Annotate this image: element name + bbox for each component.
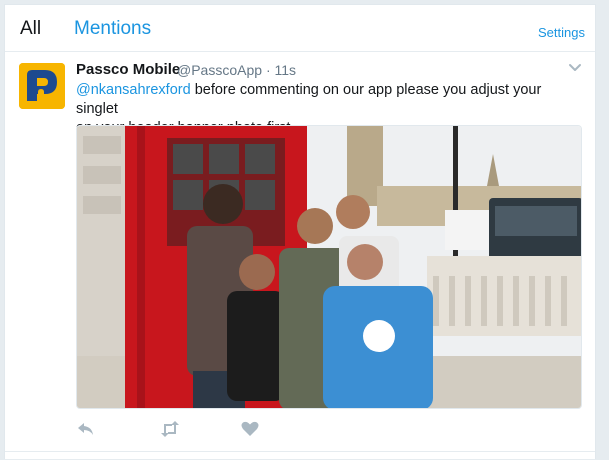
author-meta: @PasscoApp · 11s — [177, 62, 296, 78]
tweet[interactable]: Passco Mobile @PasscoApp · 11s @nkansahr… — [5, 53, 595, 460]
divider — [5, 451, 595, 452]
tab-all[interactable]: All — [20, 18, 41, 40]
tweet-time[interactable]: 11s — [275, 62, 297, 78]
passco-logo-icon — [19, 63, 65, 109]
avatar[interactable] — [19, 63, 65, 109]
notifications-panel: All Mentions Settings Passco Mobile @Pas… — [4, 4, 596, 459]
mention-link[interactable]: @nkansahrexford — [76, 82, 191, 98]
settings-link[interactable]: Settings — [538, 25, 585, 40]
group-photo-image — [77, 126, 581, 408]
author-handle[interactable]: @PasscoApp — [177, 62, 262, 78]
notification-tabs: All Mentions Settings — [5, 5, 595, 52]
like-icon[interactable] — [239, 419, 261, 439]
meta-separator: · — [265, 62, 271, 78]
tab-mentions[interactable]: Mentions — [74, 18, 151, 40]
reply-icon[interactable] — [75, 419, 97, 439]
tweet-photo[interactable] — [76, 125, 582, 409]
retweet-icon[interactable] — [159, 419, 181, 439]
author-name[interactable]: Passco Mobile — [76, 61, 180, 78]
chevron-down-icon[interactable] — [567, 59, 583, 75]
